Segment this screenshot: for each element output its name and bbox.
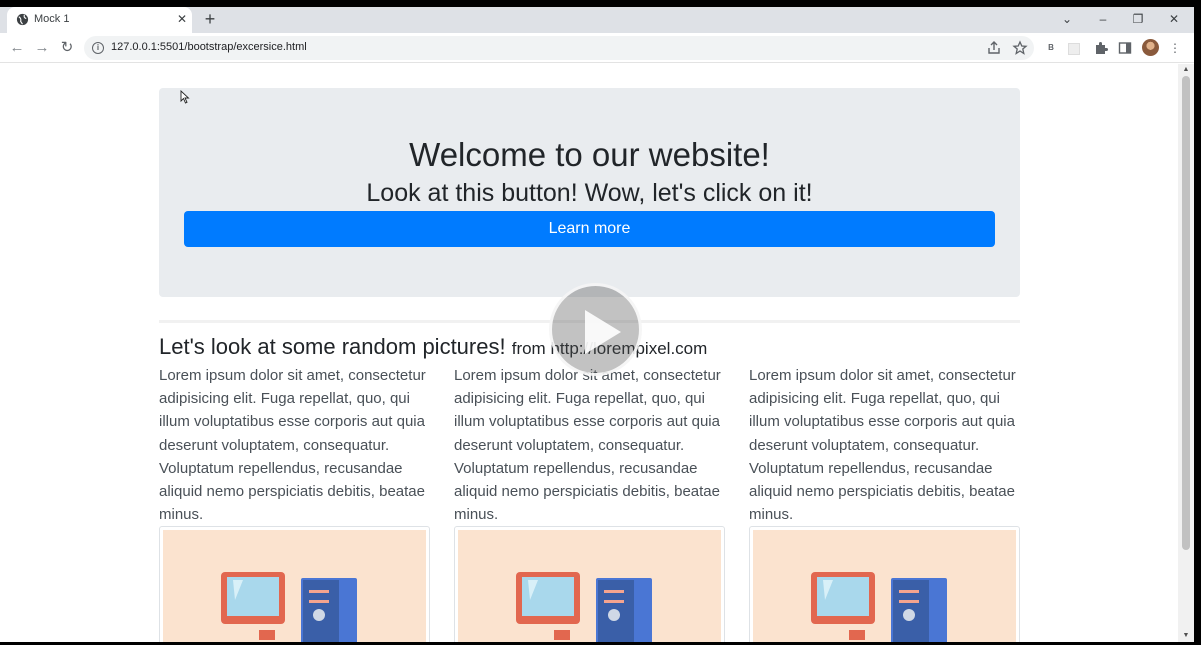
image-thumbnail [159,526,430,642]
column-text: Lorem ipsum dolor sit amet, consectetur … [159,367,426,524]
site-info-icon[interactable]: i [92,42,104,54]
scrollbar-thumb[interactable] [1182,76,1190,550]
column-text: Lorem ipsum dolor sit amet, consectetur … [454,367,721,524]
extension-blank-icon[interactable] [1068,43,1080,55]
mouse-cursor-icon [180,90,190,104]
scroll-up-icon[interactable]: ▲ [1182,66,1190,73]
computer-icon [516,572,652,642]
more-menu-icon[interactable]: ⋮ [1167,40,1183,56]
browser-window: Mock 1 ✕ + ⌄ – ❐ ✕ ← → ↻ i 127.0.0.1:550… [0,7,1194,642]
puzzle-extensions-icon[interactable] [1093,40,1109,56]
share-icon[interactable] [986,40,1002,56]
bookmark-star-icon[interactable] [1012,40,1028,56]
close-window-button[interactable]: ✕ [1165,10,1183,28]
page-viewport: Welcome to our website! Look at this but… [0,64,1178,642]
reload-icon[interactable]: ↻ [58,39,76,57]
jumbotron: Welcome to our website! Look at this but… [159,88,1020,297]
extension-b-icon[interactable]: B [1043,40,1059,56]
play-icon [585,310,621,354]
computer-illustration [458,530,721,642]
tab-title: Mock 1 [34,13,70,25]
new-tab-button[interactable]: + [201,10,219,29]
jumbotron-subtitle: Look at this button! Wow, let's click on… [366,179,813,207]
forward-arrow-icon[interactable]: → [33,39,51,57]
content-column: Lorem ipsum dolor sit amet, consectetur … [749,364,1020,642]
tab-strip: Mock 1 ✕ + ⌄ – ❐ ✕ [0,7,1194,33]
restore-button[interactable]: ❐ [1129,10,1147,28]
close-tab-icon[interactable]: ✕ [175,12,189,26]
computer-icon [221,572,357,642]
tab-mock-1[interactable]: Mock 1 ✕ [7,7,192,33]
computer-illustration [753,530,1016,642]
url-text: 127.0.0.1:5501/bootstrap/excersice.html [111,41,307,53]
computer-illustration [163,530,426,642]
content-column: Lorem ipsum dolor sit amet, consectetur … [159,364,430,642]
tab-search-icon[interactable]: ⌄ [1058,10,1076,28]
content-column: Lorem ipsum dolor sit amet, consectetur … [454,364,725,642]
computer-icon [811,572,947,642]
side-panel-icon[interactable] [1117,40,1133,56]
section-title-main: Let's look at some random pictures! [159,334,506,359]
learn-more-button[interactable]: Learn more [184,211,995,247]
minimize-button[interactable]: – [1094,10,1112,28]
scroll-down-icon[interactable]: ▼ [1182,632,1190,639]
jumbotron-title: Welcome to our website! [409,136,770,173]
image-thumbnail [454,526,725,642]
back-arrow-icon[interactable]: ← [8,39,26,57]
vertical-scrollbar[interactable]: ▲ ▼ [1178,64,1194,642]
profile-avatar[interactable] [1142,39,1159,56]
image-thumbnail [749,526,1020,642]
column-text: Lorem ipsum dolor sit amet, consectetur … [749,367,1016,524]
address-toolbar: ← → ↻ i 127.0.0.1:5501/bootstrap/excersi… [0,33,1194,63]
video-play-overlay[interactable] [549,283,642,376]
address-bar[interactable]: i 127.0.0.1:5501/bootstrap/excersice.htm… [84,36,1034,60]
globe-icon [16,13,29,26]
